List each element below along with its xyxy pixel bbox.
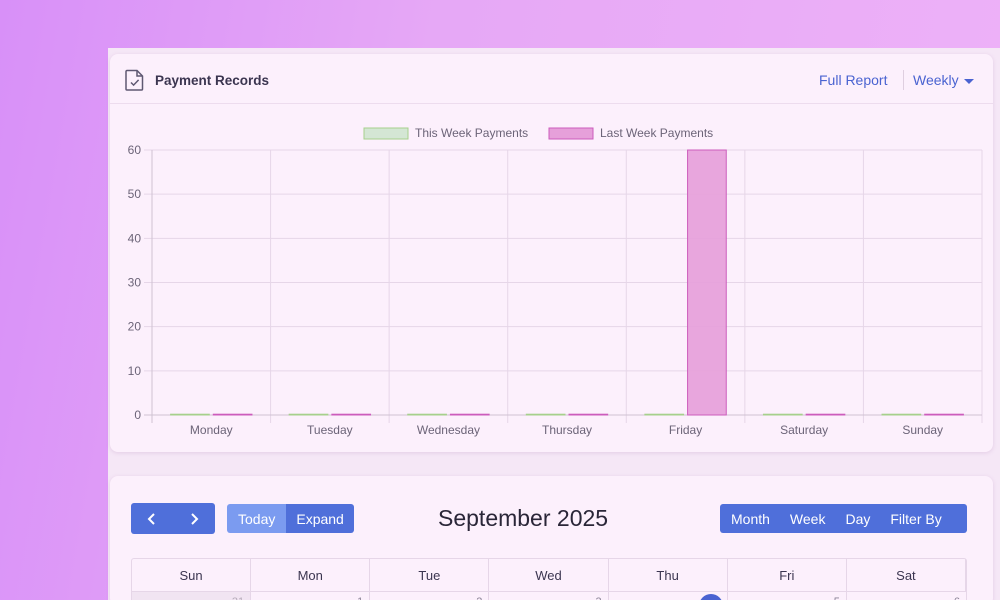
calendar-title: September 2025	[438, 505, 609, 531]
y-tick-label: 30	[128, 276, 142, 290]
weekday-header-tue: Tue	[370, 559, 490, 592]
bar-last-week	[924, 413, 964, 416]
day-number: 6	[954, 596, 960, 600]
weekday-header-fri: Fri	[727, 559, 847, 592]
bar-this-week	[407, 413, 447, 416]
x-tick-label: Tuesday	[307, 423, 353, 437]
bar-this-week	[525, 413, 566, 416]
day-cell-today[interactable]	[609, 592, 728, 600]
day-number: 31	[232, 596, 244, 600]
day-cell[interactable]: 2	[370, 592, 490, 600]
month-grid: Sun Mon Tue Wed Thu Fri Sat 31 1 2 3 5 6	[131, 558, 967, 600]
day-number: 3	[595, 596, 601, 600]
day-view-button[interactable]: Day	[835, 511, 880, 527]
today-expand-group: Today Expand	[227, 504, 354, 533]
chevron-right-icon	[191, 512, 199, 525]
bar-this-week	[288, 413, 329, 416]
weekday-header-mon: Mon	[251, 559, 371, 592]
bar-last-week	[687, 149, 727, 416]
legend-label: Last Week Payments	[600, 126, 713, 140]
day-cell[interactable]: 31	[132, 592, 252, 600]
bar-last-week	[331, 413, 372, 416]
bar-last-week	[568, 413, 609, 416]
legend-swatch	[363, 127, 409, 140]
y-tick-label: 20	[128, 320, 142, 334]
bar-this-week	[170, 413, 210, 416]
x-tick-label: Saturday	[780, 423, 828, 437]
next-month-button[interactable]	[173, 503, 215, 534]
prev-month-button[interactable]	[131, 503, 173, 534]
chevron-left-icon	[147, 512, 155, 525]
view-mode-group: Month Week Day Filter By	[720, 504, 967, 533]
y-tick-label: 60	[128, 143, 142, 157]
x-tick-label: Sunday	[902, 423, 943, 437]
filter-by-button[interactable]: Filter By	[880, 511, 951, 527]
y-tick-label: 0	[134, 408, 141, 422]
bar-last-week	[212, 413, 253, 416]
bar-this-week	[881, 413, 922, 416]
x-tick-label: Monday	[190, 423, 233, 437]
day-cell[interactable]: 3	[489, 592, 609, 600]
legend-label: This Week Payments	[415, 126, 528, 140]
bar-last-week	[805, 413, 846, 416]
calendar-nav-group	[131, 503, 215, 534]
month-view-button[interactable]: Month	[720, 511, 780, 527]
expand-button[interactable]: Expand	[286, 504, 354, 533]
weekday-header-thu: Thu	[608, 559, 728, 592]
x-tick-label: Wednesday	[417, 423, 480, 437]
day-cell[interactable]: 6	[847, 592, 966, 600]
day-cell[interactable]: 5	[728, 592, 847, 600]
bar-this-week	[644, 413, 685, 416]
bar-last-week	[449, 413, 490, 416]
weekday-header-sat: Sat	[846, 559, 966, 592]
week-view-button[interactable]: Week	[780, 511, 836, 527]
payments-bar-chart: 0 10 20 30 40 50 60 Monday Tuesday Wednesday Thurs…	[128, 126, 983, 437]
payment-records-card: Payment Records Full Report Weekly 0 10 20…	[110, 54, 993, 452]
x-tick-label: Friday	[669, 423, 702, 437]
y-tick-label: 10	[128, 364, 142, 378]
day-number: 5	[834, 596, 840, 600]
day-cell[interactable]: 1	[251, 592, 371, 600]
calendar-card: Today Expand September 2025 Month Week D…	[110, 476, 993, 600]
x-tick-label: Thursday	[542, 423, 592, 437]
y-tick-label: 40	[128, 231, 142, 245]
day-number: 2	[476, 596, 482, 600]
day-number: 1	[357, 596, 363, 600]
legend-swatch	[548, 127, 594, 140]
y-tick-label: 50	[128, 187, 142, 201]
weekday-header-wed: Wed	[489, 559, 609, 592]
today-indicator	[698, 594, 723, 600]
bar-this-week	[762, 413, 803, 416]
weekday-header-sun: Sun	[132, 559, 252, 592]
today-button[interactable]: Today	[227, 504, 287, 533]
